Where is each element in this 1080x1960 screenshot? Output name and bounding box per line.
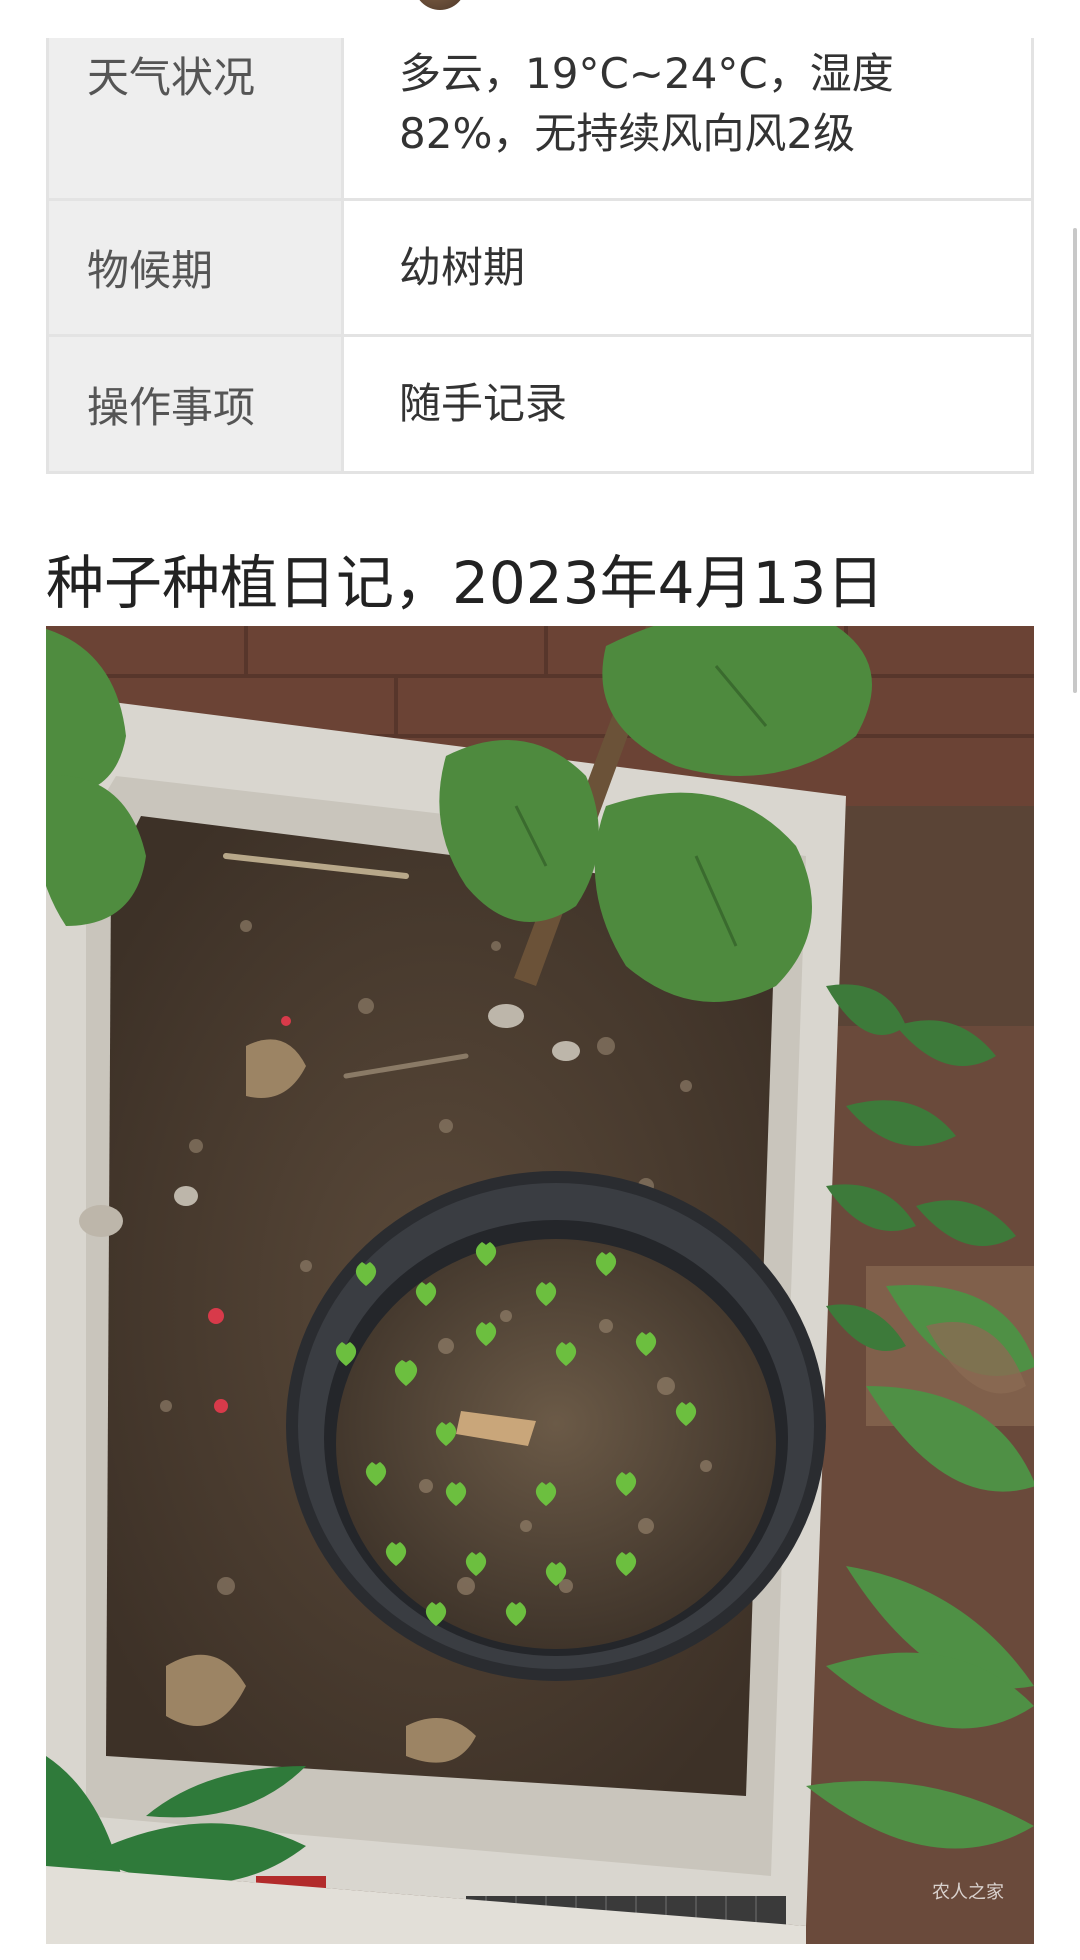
scrollbar[interactable] — [1073, 228, 1077, 693]
operation-label: 操作事项 — [49, 337, 344, 471]
seedling-photo[interactable]: 农人之家 — [46, 626, 1034, 1944]
farm-record-table: 天气状况 多云，19°C~24°C，湿度 82%，无持续风向风2级 物候期 幼树… — [46, 38, 1034, 474]
seedling-photo-illustration — [46, 626, 1034, 1944]
weather-label: 天气状况 — [49, 38, 344, 198]
table-row-weather: 天气状况 多云，19°C~24°C，湿度 82%，无持续风向风2级 — [49, 38, 1031, 201]
weather-value-line1: 多云，19°C~24°C，湿度 — [399, 49, 894, 98]
phenology-value: 幼树期 — [399, 242, 526, 292]
table-row-phenology: 物候期 幼树期 — [49, 201, 1031, 337]
phenology-label: 物候期 — [49, 201, 344, 334]
table-row-operation: 操作事项 随手记录 — [49, 337, 1031, 471]
photo-watermark: 农人之家 — [932, 1882, 1004, 1903]
weather-value: 多云，19°C~24°C，湿度 82%，无持续风向风2级 — [344, 38, 1031, 198]
avatar — [414, 0, 466, 10]
weather-value-line2: 82%，无持续风向风2级 — [399, 109, 856, 158]
operation-value: 随手记录 — [399, 379, 568, 428]
article-heading: 种子种植日记，2023年4月13日 — [46, 549, 885, 617]
